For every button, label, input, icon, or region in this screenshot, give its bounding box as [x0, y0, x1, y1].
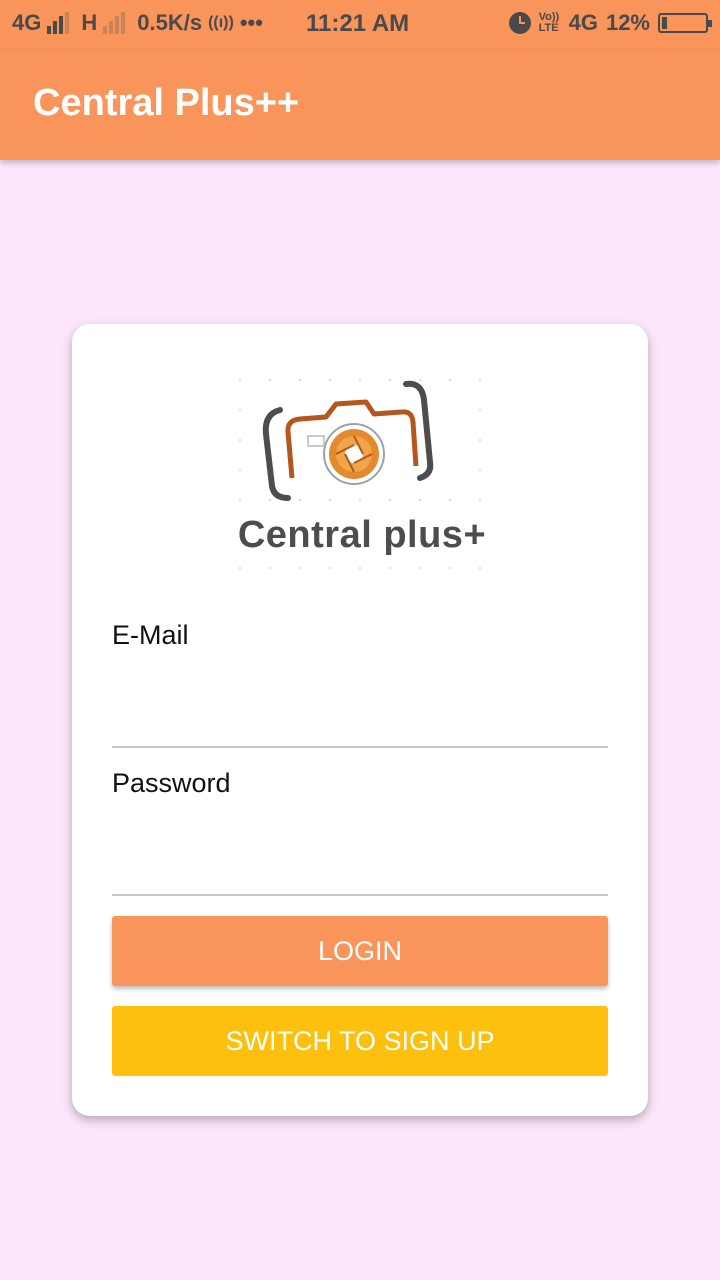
- password-field[interactable]: [112, 836, 608, 896]
- volte-indicator: Vo)) LTE: [538, 11, 560, 34]
- login-button[interactable]: LOGIN: [112, 916, 608, 986]
- email-field[interactable]: [112, 688, 608, 748]
- network-type-right: 4G: [568, 10, 598, 35]
- battery-percent: 12%: [605, 10, 650, 35]
- network-type-mid: H: [81, 10, 98, 35]
- app-title: Central Plus++: [33, 82, 300, 124]
- login-card: Central plus+ E-Mail Password LOGIN SWIT…: [72, 324, 648, 1116]
- switch-to-signup-button[interactable]: SWITCH TO SIGN UP: [112, 1006, 608, 1076]
- battery-icon: [658, 13, 712, 33]
- network-speed: 0.5K/s: [137, 10, 203, 35]
- email-label: E-Mail: [112, 620, 189, 650]
- alarm-icon: [508, 12, 531, 34]
- more-notifications-icon: •••: [239, 10, 263, 35]
- status-left: 4G H 0.5K/s ((ı)) •••: [12, 10, 263, 36]
- app-bar: Central Plus++: [0, 50, 720, 160]
- password-label: Password: [112, 768, 231, 798]
- signal-strength-secondary-icon: [103, 12, 126, 34]
- network-type-left: 4G: [12, 10, 42, 35]
- logo-text: Central plus+: [237, 514, 487, 556]
- signal-strength-icon: [47, 12, 70, 34]
- hotspot-icon: ((ı)): [208, 14, 234, 31]
- status-right: Vo)) LTE 4G 12%: [508, 10, 712, 36]
- status-bar: 4G H 0.5K/s ((ı)) ••• 11:21 AM Vo)) LTE …: [0, 0, 720, 50]
- app-logo: Central plus+: [232, 374, 492, 574]
- status-time: 11:21 AM: [306, 10, 410, 37]
